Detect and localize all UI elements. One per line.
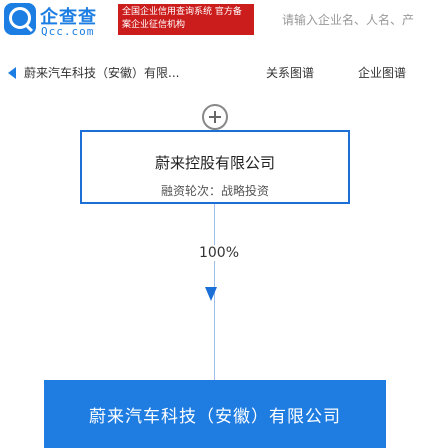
back-link[interactable]: 蔚来汽车科技（安徽）有限... — [8, 64, 179, 81]
tab-enterprise-graph[interactable]: 企业图谱 — [358, 64, 406, 81]
qcc-logo-icon — [4, 3, 36, 35]
parent-company-name: 蔚来控股有限公司 — [154, 154, 275, 172]
funding-round-text: 融资轮次：战略投资 — [160, 184, 269, 198]
company-breadcrumb: 蔚来汽车科技（安徽）有限... — [24, 66, 180, 80]
tab-relation-graph[interactable]: 关系图谱 — [266, 64, 314, 81]
back-arrow-icon — [8, 66, 16, 79]
header: 企查查 Qcc.com 全国企业信用查询系统 官方备案企业征信机构 — [0, 0, 430, 42]
shareholding-percent: 100% — [194, 245, 244, 261]
arrow-down-icon — [205, 287, 217, 301]
search-input[interactable] — [268, 6, 430, 34]
target-company-name: 蔚来汽车科技（安徽）有限公司 — [89, 407, 341, 427]
logo-english-text: Qcc.com — [41, 25, 95, 38]
nav-bar: 蔚来汽车科技（安徽）有限... 关系图谱 企业图谱 — [0, 58, 430, 86]
expand-plus-icon[interactable] — [202, 104, 228, 130]
search-box[interactable] — [268, 6, 430, 34]
qcc-logo[interactable]: 企查查 Qcc.com — [4, 3, 116, 39]
target-company-node[interactable]: 蔚来汽车科技（安徽）有限公司 — [44, 380, 386, 448]
parent-company-node[interactable]: 蔚来控股有限公司 融资轮次：战略投资 — [80, 130, 350, 204]
slogan-banner: 全国企业信用查询系统 官方备案企业征信机构 — [118, 4, 254, 35]
